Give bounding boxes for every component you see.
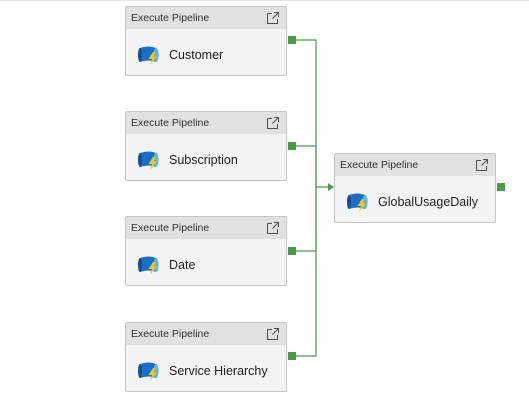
execute-pipeline-icon: [138, 362, 159, 381]
activity-service-hierarchy[interactable]: Execute Pipeline Service Hierarchy: [125, 322, 287, 392]
activity-name: Customer: [169, 48, 224, 62]
activity-name: GlobalUsageDaily: [378, 195, 479, 209]
execute-pipeline-icon: [138, 151, 159, 170]
open-in-new-icon[interactable]: [474, 157, 490, 173]
connector-subscription: [296, 145, 317, 187]
activity-name: Subscription: [169, 153, 238, 167]
execute-pipeline-icon: [138, 46, 159, 65]
activity-date[interactable]: Execute Pipeline Date: [125, 216, 287, 286]
pipeline-canvas[interactable]: Execute Pipeline Customer Execute Pipeli…: [0, 0, 529, 416]
activity-name: Service Hierarchy: [169, 364, 268, 378]
open-in-new-icon[interactable]: [265, 115, 281, 131]
activity-subscription-output-port[interactable]: [288, 142, 296, 150]
connector-service-hierarchy: [296, 187, 317, 357]
activity-header: Execute Pipeline: [126, 7, 286, 29]
connector-date: [296, 187, 317, 252]
connector-customer: [296, 39, 328, 188]
open-in-new-icon[interactable]: [265, 220, 281, 236]
activity-type-label: Execute Pipeline: [340, 159, 419, 171]
activity-service-hierarchy-output-port[interactable]: [288, 352, 296, 360]
activity-customer[interactable]: Execute Pipeline Customer: [125, 6, 287, 76]
activity-subscription[interactable]: Execute Pipeline Subscription: [125, 111, 287, 181]
activity-type-label: Execute Pipeline: [131, 222, 210, 234]
activity-header: Execute Pipeline: [126, 217, 286, 239]
activity-date-output-port[interactable]: [288, 247, 296, 255]
activity-header: Execute Pipeline: [126, 112, 286, 134]
activity-globalusagedaily[interactable]: Execute Pipeline GlobalUsageDaily: [334, 153, 496, 223]
activity-header: Execute Pipeline: [335, 154, 495, 176]
activity-name: Date: [169, 258, 196, 272]
open-in-new-icon[interactable]: [265, 326, 281, 342]
activity-globalusagedaily-output-port[interactable]: [497, 183, 505, 191]
activity-header: Execute Pipeline: [126, 323, 286, 345]
activity-type-label: Execute Pipeline: [131, 12, 210, 24]
activity-type-label: Execute Pipeline: [131, 328, 210, 340]
activity-type-label: Execute Pipeline: [131, 117, 210, 129]
execute-pipeline-icon: [138, 256, 159, 275]
activity-customer-output-port[interactable]: [288, 36, 296, 44]
open-in-new-icon[interactable]: [265, 10, 281, 26]
execute-pipeline-icon: [347, 193, 368, 212]
